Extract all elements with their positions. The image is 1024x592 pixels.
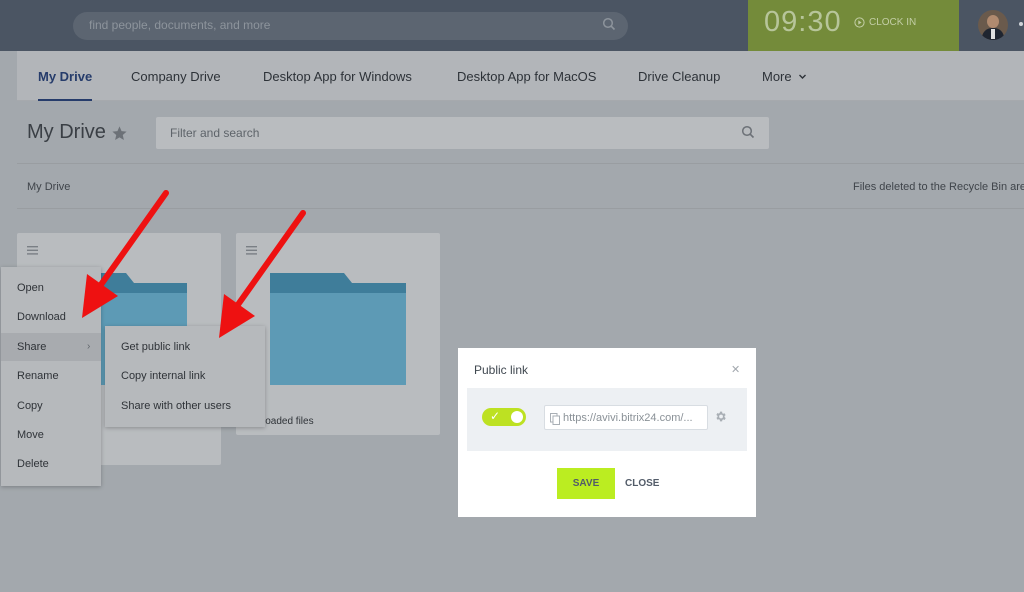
menu-item-share-with-users[interactable]: Share with other users (121, 400, 231, 412)
recycle-bin-notice: Files deleted to the Recycle Bin are (853, 181, 1024, 193)
menu-item-highlight (1, 333, 101, 361)
copy-icon[interactable] (550, 412, 560, 430)
annotation-arrow (82, 190, 169, 318)
tab-desktop-app-windows[interactable]: Desktop App for Windows (263, 69, 412, 84)
clock-in-button[interactable]: CLOCK IN (854, 17, 916, 28)
tab-my-drive[interactable]: My Drive (38, 69, 93, 101)
chevron-down-icon (799, 74, 807, 79)
tab-drive-cleanup[interactable]: Drive Cleanup (638, 69, 720, 84)
save-button[interactable]: SAVE (557, 468, 615, 499)
public-link-url: https://avivi.bitrix24.com/... (563, 412, 693, 424)
menu-item-open[interactable]: Open (17, 282, 44, 294)
menu-item-copy[interactable]: Copy (17, 400, 43, 412)
drive-tabs: My Drive Company Drive Desktop App for W… (17, 51, 1024, 101)
menu-item-copy-internal-link[interactable]: Copy internal link (121, 370, 205, 382)
tab-company-drive[interactable]: Company Drive (131, 69, 221, 84)
folder-name: loaded files (263, 416, 314, 427)
toggle-knob (511, 411, 523, 423)
menu-item-rename[interactable]: Rename (17, 370, 59, 382)
filter-search-input[interactable]: Filter and search (156, 117, 769, 149)
chevron-right-icon: › (87, 341, 91, 352)
tab-more-label: More (762, 69, 792, 84)
tab-desktop-app-macos[interactable]: Desktop App for MacOS (457, 69, 596, 84)
search-icon[interactable] (741, 125, 755, 144)
menu-item-share[interactable]: Share (17, 341, 46, 353)
menu-item-delete[interactable]: Delete (17, 458, 49, 470)
public-link-toggle[interactable]: ✓ (482, 408, 526, 426)
search-icon[interactable] (602, 17, 616, 36)
clock-widget[interactable]: 09:30 CLOCK IN (748, 0, 959, 51)
menu-item-move[interactable]: Move (17, 429, 44, 441)
card-menu-icon[interactable] (27, 242, 38, 260)
close-icon[interactable]: ✕ (731, 363, 740, 376)
filter-placeholder: Filter and search (170, 126, 260, 140)
breadcrumb[interactable]: My Drive (27, 181, 70, 193)
search-placeholder: find people, documents, and more (89, 18, 271, 32)
public-link-dialog: Public link ✕ ✓ https://avivi.bitrix24.c… (458, 348, 756, 517)
dialog-title: Public link (474, 363, 529, 377)
page-title: My Drive (27, 121, 106, 143)
tab-more[interactable]: More (762, 69, 807, 84)
star-icon[interactable] (111, 125, 128, 147)
clock-time: 09:30 (764, 6, 842, 38)
gear-icon[interactable] (714, 410, 727, 428)
check-icon: ✓ (490, 409, 501, 423)
user-avatar[interactable] (978, 10, 1008, 40)
top-bar: find people, documents, and more 09:30 C… (0, 0, 1024, 51)
menu-item-get-public-link[interactable]: Get public link (121, 341, 190, 353)
close-button[interactable]: CLOSE (625, 478, 659, 489)
play-circle-icon (854, 17, 865, 28)
global-search-input[interactable]: find people, documents, and more (73, 12, 628, 40)
public-link-field[interactable]: https://avivi.bitrix24.com/... (544, 405, 708, 430)
status-dot (1019, 22, 1023, 26)
menu-item-download[interactable]: Download (17, 311, 66, 323)
annotation-arrow (219, 210, 306, 338)
clock-in-label: CLOCK IN (869, 17, 917, 28)
divider (17, 163, 1024, 164)
